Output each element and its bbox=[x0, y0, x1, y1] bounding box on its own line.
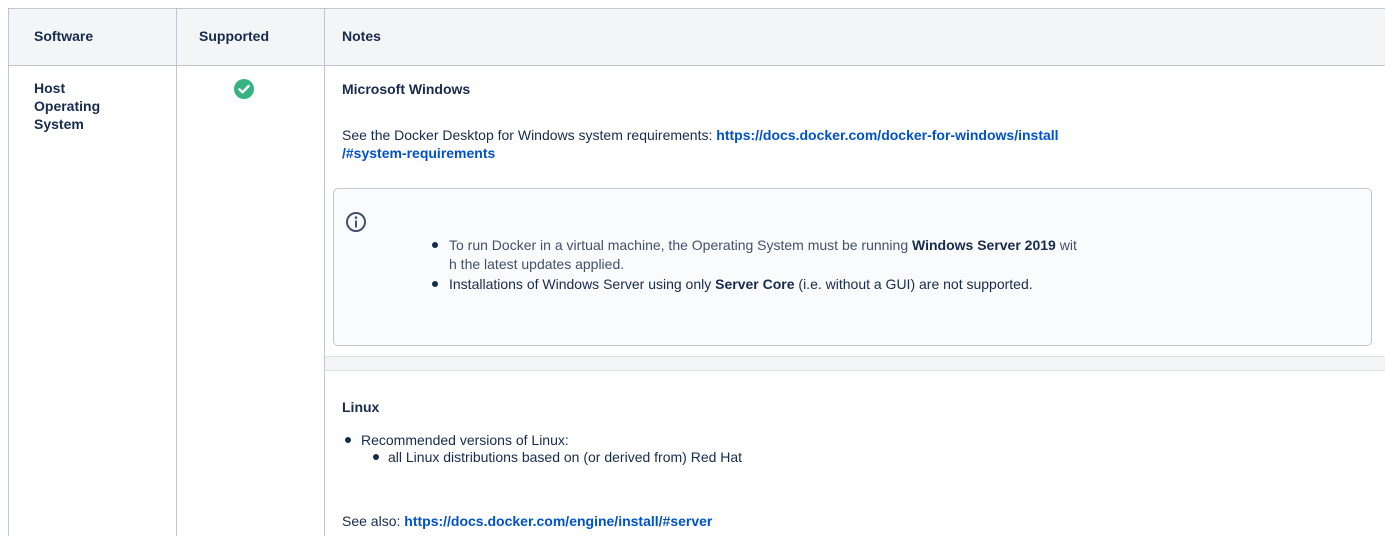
windows-requirements-link[interactable]: https://docs.docker.com/docker-for-windo… bbox=[716, 127, 1058, 143]
windows-requirements: See the Docker Desktop for Windows syste… bbox=[342, 126, 1342, 162]
linux-subbullet-1 bbox=[373, 454, 379, 460]
requirements-table: Software Supported Notes Host Operating … bbox=[0, 0, 1385, 536]
info-bullet-1-bold: Windows Server 2019 bbox=[912, 237, 1056, 253]
linux-install-link[interactable]: https://docs.docker.com/engine/install/#… bbox=[404, 513, 712, 529]
info-bullet-1-text: To run Docker in a virtual machine, the … bbox=[449, 236, 1349, 274]
info-bullet-1 bbox=[432, 242, 438, 248]
check-circle-icon bbox=[234, 79, 254, 99]
windows-requirements-link-cont[interactable]: /#system-requirements bbox=[342, 145, 495, 161]
header-divider bbox=[8, 65, 1385, 66]
header-supported: Supported bbox=[199, 28, 269, 44]
info-bullet-1-pre: To run Docker in a virtual machine, the … bbox=[449, 237, 912, 253]
info-bullet-2 bbox=[432, 281, 438, 287]
info-bullet-2-post: (i.e. without a GUI) are not supported. bbox=[794, 276, 1033, 292]
table-border-left bbox=[8, 8, 9, 536]
info-bullet-2-pre: Installations of Windows Server using on… bbox=[449, 276, 716, 292]
software-line-2: Operating bbox=[34, 98, 101, 114]
linux-subitem-1: all Linux distributions based on (or der… bbox=[388, 449, 743, 465]
software-line-1: Host bbox=[34, 80, 66, 96]
notes-divider bbox=[325, 370, 1385, 371]
info-bullet-2-bold: Server Core bbox=[715, 276, 795, 292]
linux-item-1: Recommended versions of Linux: bbox=[361, 432, 569, 448]
header-notes: Notes bbox=[342, 28, 381, 44]
table-border-top bbox=[8, 8, 1385, 9]
column-divider-1 bbox=[176, 8, 177, 536]
software-cell: Host Operating System bbox=[34, 79, 164, 133]
header-software: Software bbox=[34, 28, 94, 44]
notes-divider-top bbox=[325, 356, 1385, 357]
windows-req-prefix: See the Docker Desktop for Windows syste… bbox=[342, 127, 717, 143]
windows-heading: Microsoft Windows bbox=[342, 81, 471, 97]
notes-separator bbox=[325, 356, 1385, 370]
software-line-3: System bbox=[34, 116, 84, 132]
info-bullet-1-post-cont: h the latest updates applied. bbox=[449, 256, 625, 272]
info-bullet-1-post: wit bbox=[1055, 237, 1077, 253]
info-bullet-2-text: Installations of Windows Server using on… bbox=[449, 275, 1349, 294]
linux-bullet-1 bbox=[345, 437, 351, 443]
see-also-prefix: See also: bbox=[342, 513, 405, 529]
column-divider-2 bbox=[324, 8, 325, 536]
info-icon bbox=[346, 212, 366, 232]
linux-heading: Linux bbox=[342, 399, 380, 415]
linux-see-also: See also: https://docs.docker.com/engine… bbox=[342, 512, 712, 530]
